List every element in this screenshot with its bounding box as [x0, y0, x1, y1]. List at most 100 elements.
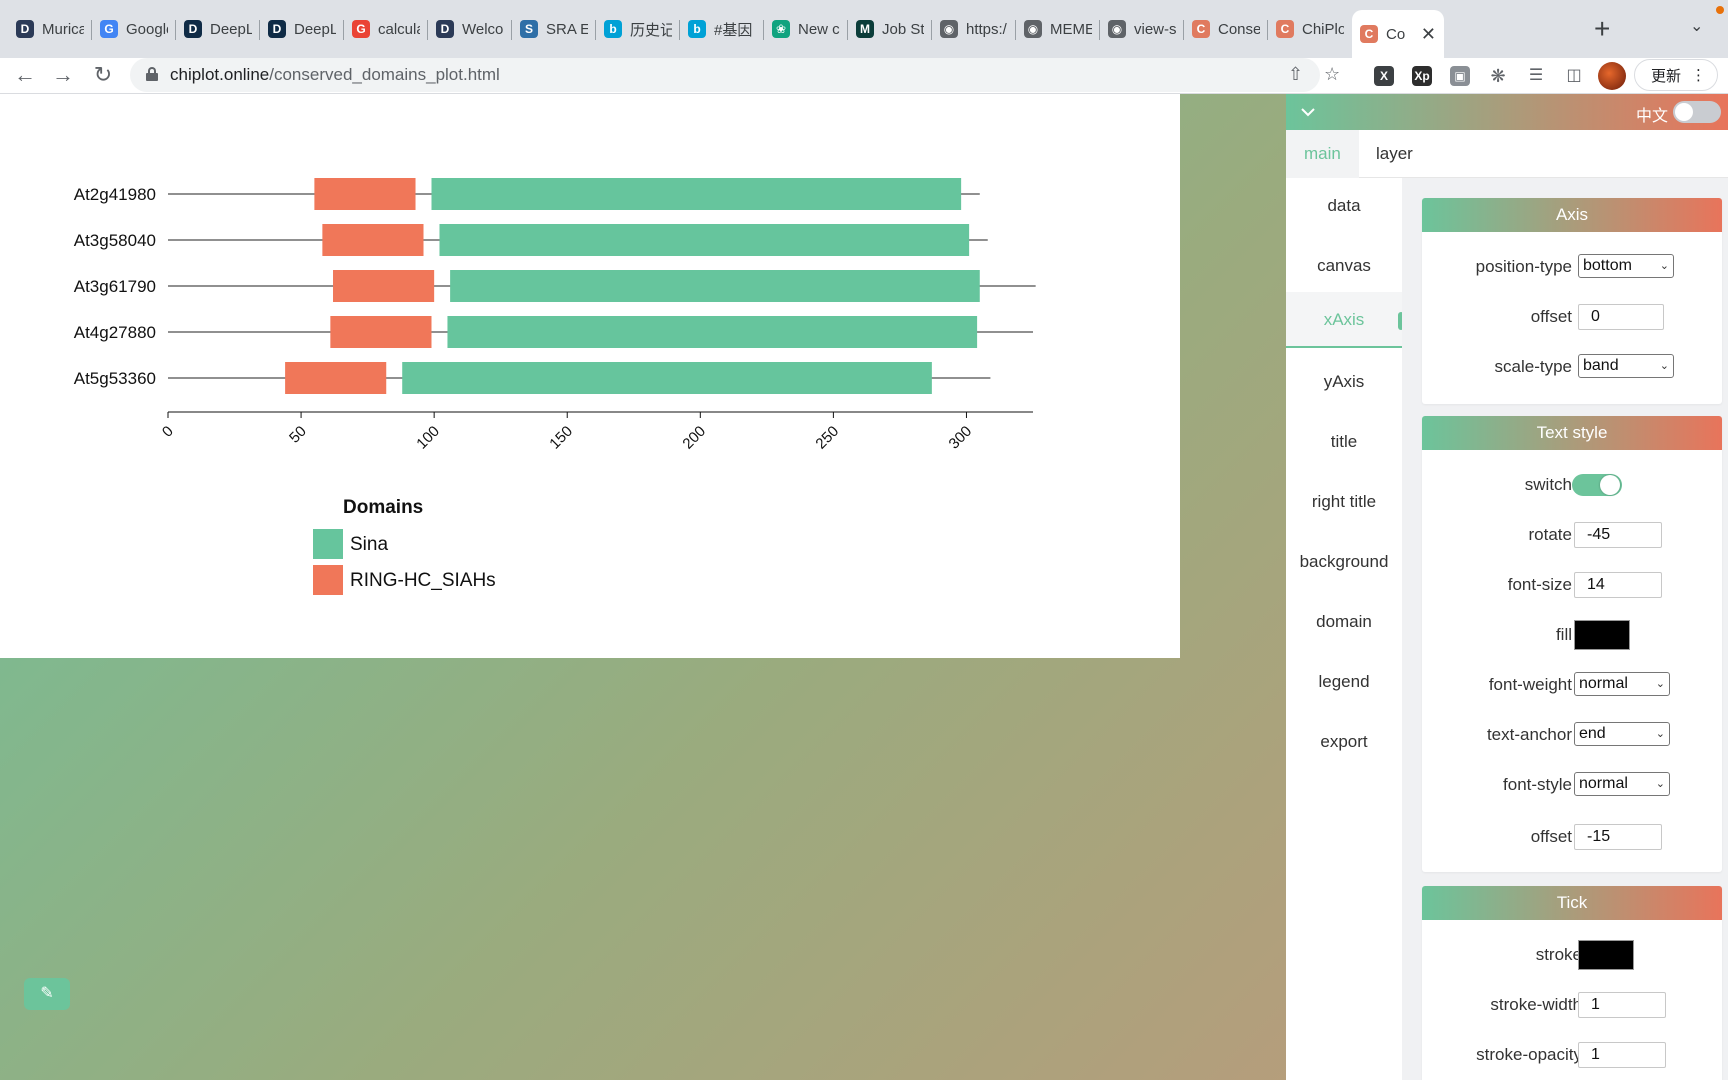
font-style-select[interactable]: normal ⌄ [1574, 772, 1670, 796]
notification-dot [1716, 6, 1724, 14]
chevron-down-icon[interactable] [1296, 100, 1320, 124]
new-tab-plus-icon[interactable]: + [1594, 14, 1610, 44]
text-style-switch[interactable] [1572, 474, 1622, 496]
text-anchor-select[interactable]: end ⌄ [1574, 722, 1670, 746]
chevron-down-icon: ⌄ [1655, 678, 1665, 690]
legend-swatch [313, 565, 343, 595]
bookmark-star-icon[interactable]: ☆ [1324, 64, 1340, 85]
forward-arrow-icon[interactable]: → [48, 60, 78, 90]
stroke-opacity-input[interactable]: 1 [1578, 1042, 1666, 1068]
axis-offset-label: offset [1530, 307, 1572, 326]
stroke-opacity-row: stroke-opacity 1 [1422, 1040, 1722, 1070]
legend-swatch [313, 529, 343, 559]
nav-title[interactable]: title [1286, 414, 1402, 470]
scale-type-select[interactable]: band ⌄ [1578, 354, 1674, 378]
address-bar[interactable]: chiplot.online/conserved_domains_plot.ht… [130, 58, 1320, 92]
share-icon[interactable]: ⇧ [1288, 64, 1303, 85]
domain-chart: At2g41980 At3g58040 At3g61790 At4g27880 At5g… [74, 178, 1036, 595]
domain-rect [402, 362, 932, 394]
rotate-label: rotate [1528, 525, 1572, 544]
text-anchor-label: text-anchor [1486, 725, 1572, 744]
side-panel-icon[interactable]: ◫ [1564, 66, 1584, 86]
browser-tab[interactable]: D Muricat [8, 12, 92, 46]
browser-tab[interactable]: M Job St [848, 12, 932, 46]
nav-right-title[interactable]: right title [1286, 474, 1402, 530]
protein-label: At3g58040 [74, 231, 156, 250]
back-arrow-icon[interactable]: ← [10, 60, 40, 90]
rotate-input[interactable]: -45 [1574, 522, 1662, 548]
browser-tab-label: view-s [1134, 20, 1176, 38]
stroke-color-swatch[interactable] [1578, 940, 1634, 970]
font-size-row: font-size 14 [1422, 570, 1722, 600]
browser-tab-label: ChiPlo [1302, 20, 1344, 38]
legend-title: Domains [343, 497, 423, 518]
domain-rect [333, 270, 435, 302]
browser-tab[interactable]: ❀ New c [764, 12, 848, 46]
update-button[interactable]: 更新 ⋮ [1634, 59, 1718, 91]
browser-tab[interactable]: ◉ MEME [1016, 12, 1100, 46]
axis-offset-input[interactable]: 0 [1578, 304, 1664, 330]
language-toggle[interactable] [1673, 101, 1721, 123]
settings-panel: 中文 main layer data canvas xAxis yAxis ti… [1286, 94, 1728, 1080]
browser-tab[interactable]: C Co ✕ [1352, 10, 1444, 58]
nav-export[interactable]: export [1286, 714, 1402, 770]
nav-legend[interactable]: legend [1286, 654, 1402, 710]
nav-data[interactable]: data [1286, 178, 1402, 234]
browser-tab[interactable]: D DeepL [176, 12, 260, 46]
position-type-label: position-type [1475, 257, 1572, 276]
nav-canvas[interactable]: canvas [1286, 238, 1402, 294]
browser-tab[interactable]: Gcalcula [344, 12, 428, 46]
browser-tab[interactable]: D Welco [428, 12, 512, 46]
chiplot-icon: C [1192, 20, 1210, 38]
tab-search-chevron-icon[interactable]: ⌄ [1690, 16, 1703, 36]
tab-main[interactable]: main [1286, 130, 1359, 178]
browser-tab[interactable]: ◉ https:/ [932, 12, 1016, 46]
browser-tab-label: Co [1386, 25, 1406, 43]
url-text[interactable]: chiplot.online/conserved_domains_plot.ht… [170, 65, 500, 85]
font-size-input[interactable]: 14 [1574, 572, 1662, 598]
browser-tab[interactable]: G Google [92, 12, 176, 46]
browser-tab[interactable]: ◉ view-s [1100, 12, 1184, 46]
x-extension-icon[interactable]: X [1374, 66, 1394, 86]
puzzle-extensions-icon[interactable]: ❋ [1488, 66, 1508, 86]
browser-tab-label: Welco [462, 20, 504, 38]
nav-xaxis[interactable]: xAxis [1286, 292, 1404, 348]
browser-tab[interactable]: S SRA E [512, 12, 596, 46]
protein-label: At4g27880 [74, 323, 156, 342]
edit-note-button[interactable]: ✎ [24, 978, 70, 1010]
openai-icon: ❀ [772, 20, 790, 38]
browser-tab[interactable]: b 历史记 [596, 12, 680, 46]
browser-tab[interactable]: D DeepL [260, 12, 344, 46]
close-tab-icon[interactable]: ✕ [1421, 24, 1436, 45]
scale-type-row: scale-type band ⌄ [1422, 352, 1722, 382]
nav-xaxis-label: xAxis [1323, 310, 1365, 329]
lock-icon[interactable] [146, 67, 158, 81]
browser-tab[interactable]: b #基因 [680, 12, 764, 46]
profile-avatar[interactable] [1598, 62, 1626, 90]
font-weight-select[interactable]: normal ⌄ [1574, 672, 1670, 696]
stroke-opacity-label: stroke-opacity [1476, 1045, 1582, 1064]
text-offset-input[interactable]: -15 [1574, 824, 1662, 850]
stroke-width-input[interactable]: 1 [1578, 992, 1666, 1018]
nav-divider [1402, 178, 1414, 1080]
switch-label: switch [1524, 475, 1572, 494]
browser-tab[interactable]: C ChiPlo [1268, 12, 1352, 46]
position-type-select[interactable]: bottom ⌄ [1578, 254, 1674, 278]
fill-color-swatch[interactable] [1574, 620, 1630, 650]
reading-list-icon[interactable]: ☰ [1526, 66, 1546, 86]
axis-card-title: Axis [1422, 198, 1722, 232]
m-logo-icon: M [856, 20, 874, 38]
panel-header: 中文 [1286, 94, 1728, 130]
browser-tab-label: New c [798, 20, 840, 38]
browser-tab-label: SRA E [546, 20, 588, 38]
nav-domain[interactable]: domain [1286, 594, 1402, 650]
reload-icon[interactable]: ↻ [88, 60, 118, 90]
url-host: chiplot.online [170, 65, 270, 84]
browser-tab[interactable]: C Conse [1184, 12, 1268, 46]
tab-layer[interactable]: layer [1358, 130, 1431, 178]
box-extension-icon[interactable]: ▣ [1450, 66, 1470, 86]
update-button-label: 更新 [1651, 67, 1682, 85]
nav-background[interactable]: background [1286, 534, 1402, 590]
nav-yaxis[interactable]: yAxis [1286, 354, 1402, 410]
xp-extension-icon[interactable]: Xp [1412, 66, 1432, 86]
